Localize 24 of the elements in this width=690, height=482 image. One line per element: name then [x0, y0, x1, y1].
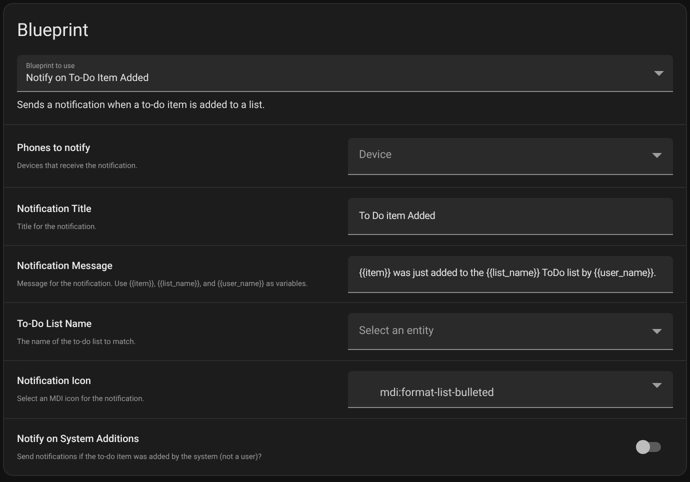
select-field[interactable]: Select an entity [348, 313, 673, 350]
field-value: mdi:format-list-bulleted [379, 384, 494, 401]
text-field[interactable]: {{item}} was just added to the {{list_name}} ToDo list by {{user_name}}. [348, 256, 673, 293]
dropdown-caret-icon [652, 382, 662, 388]
select-placeholder: Device [359, 147, 392, 164]
input-name: Phones to notify [17, 142, 92, 156]
toggle-switch[interactable] [637, 442, 661, 452]
card-title: Blueprint [17, 20, 90, 42]
select-placeholder: Select an entity [359, 322, 434, 339]
field-value: Notify on To-Do Item Added [26, 72, 149, 84]
dropdown-caret-icon [654, 70, 664, 76]
text-field[interactable]: To Do item Added [348, 198, 673, 236]
field-value: {{item}} was just added to the {{list_name}} ToDo list by {{user_name}}. [359, 267, 656, 282]
input-name: To-Do List Name [17, 318, 93, 332]
field-value: To Do item Added [359, 210, 436, 224]
dropdown-caret-icon [652, 328, 662, 334]
input-name: Notify on System Additions [17, 432, 140, 447]
dropdown-caret-icon [652, 153, 662, 158]
input-name: Notification Icon [17, 375, 92, 390]
blueprint-description: Sends a notification when a to-do item is added to a list. [17, 99, 266, 113]
select-field[interactable]: Device [348, 138, 673, 175]
input-name: Notification Message [17, 260, 114, 274]
icon-picker-field[interactable]: mdi:format-list-bulleted [348, 370, 673, 408]
input-name: Notification Title [17, 202, 92, 217]
